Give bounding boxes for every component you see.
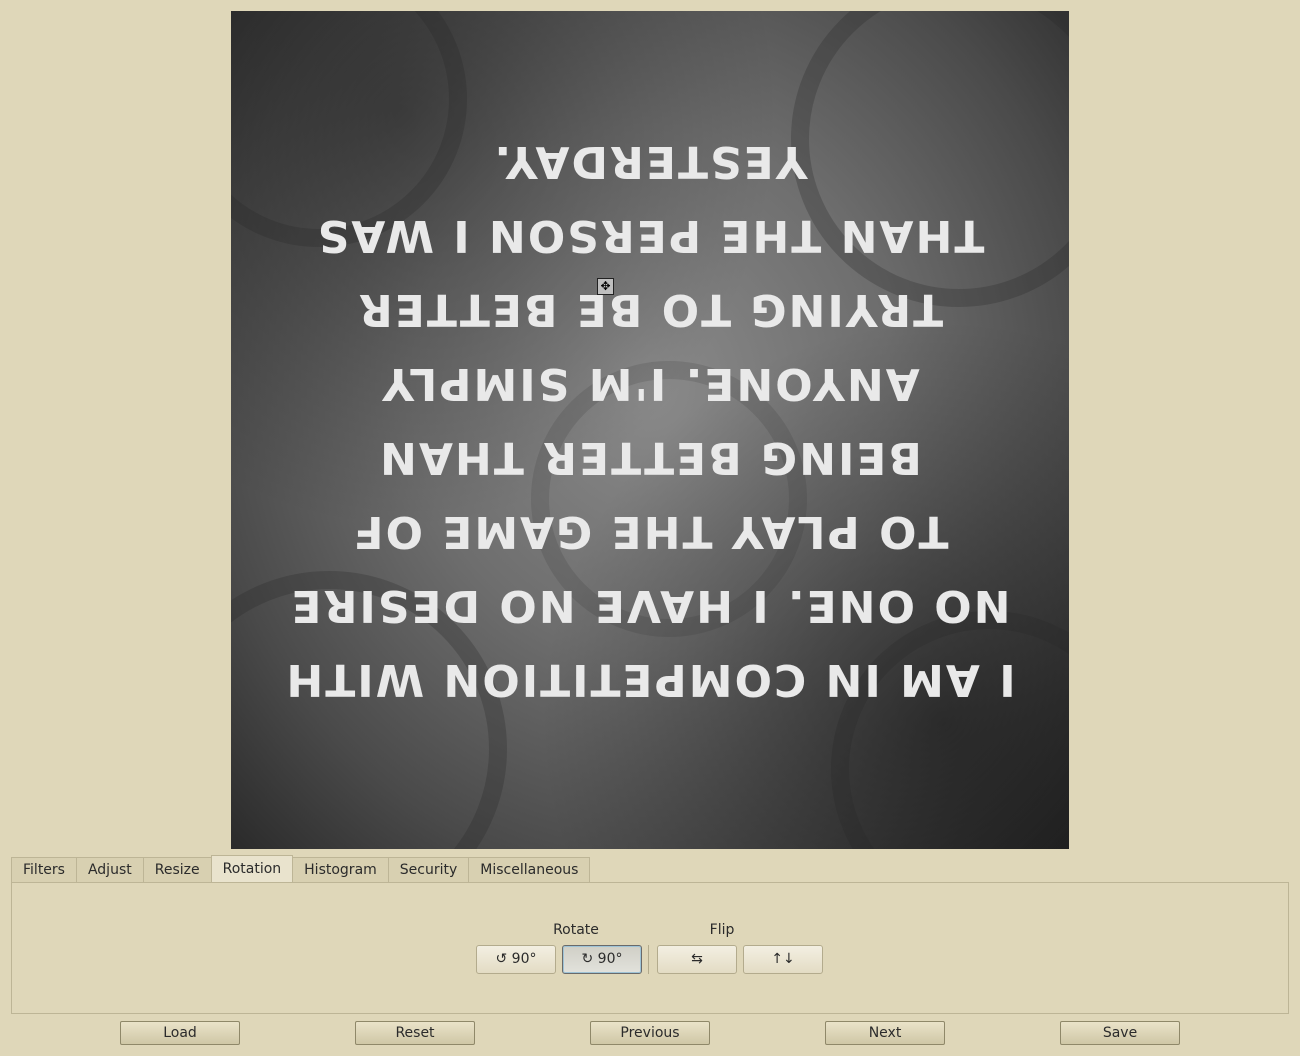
move-cursor-icon: ✥ [597, 278, 614, 295]
tab-bar: Filters Adjust Resize Rotation Histogram… [11, 855, 591, 883]
tab-rotation[interactable]: Rotation [210, 855, 294, 882]
quote-line: BEING BETTER THAN [378, 432, 922, 483]
load-button[interactable]: Load [120, 1021, 240, 1045]
quote-line: TO PLAY THE GAME OF [351, 506, 949, 557]
flip-horizontal-button[interactable]: ⇆ [657, 945, 737, 974]
quote-line: NO ONE. I HAVE NO DESIRE [289, 580, 1011, 631]
quote-line: YESTERDAY. [492, 136, 808, 187]
tab-histogram[interactable]: Histogram [292, 857, 389, 882]
rotation-panel [11, 882, 1289, 1014]
reset-button[interactable]: Reset [355, 1021, 475, 1045]
quote-line: ANYONE. I'M SIMPLY [380, 358, 920, 409]
quote-text: I AM IN COMPETITION WITH NO ONE. I HAVE … [231, 11, 1069, 849]
next-button[interactable]: Next [825, 1021, 945, 1045]
tab-adjust[interactable]: Adjust [75, 857, 144, 882]
quote-line: TRYING TO BE BETTER [356, 284, 944, 335]
rotate-group-label: Rotate [553, 922, 599, 938]
image-canvas[interactable]: I AM IN COMPETITION WITH NO ONE. I HAVE … [231, 11, 1069, 849]
save-button[interactable]: Save [1060, 1021, 1180, 1045]
previous-button[interactable]: Previous [590, 1021, 710, 1045]
rotate-cw-button[interactable]: ↻ 90° [562, 945, 642, 974]
flip-vertical-button[interactable]: ↑↓ [743, 945, 823, 974]
quote-line: I AM IN COMPETITION WITH [284, 654, 1016, 705]
tab-filters[interactable]: Filters [11, 857, 77, 882]
tab-miscellaneous[interactable]: Miscellaneous [468, 857, 591, 882]
toolbar-separator [648, 945, 649, 974]
rotate-ccw-button[interactable]: ↺ 90° [476, 945, 556, 974]
quote-line: THAN THE PERSON I WAS [315, 210, 985, 261]
tab-security[interactable]: Security [387, 857, 470, 882]
flip-group-label: Flip [709, 922, 735, 938]
tab-resize[interactable]: Resize [142, 857, 212, 882]
